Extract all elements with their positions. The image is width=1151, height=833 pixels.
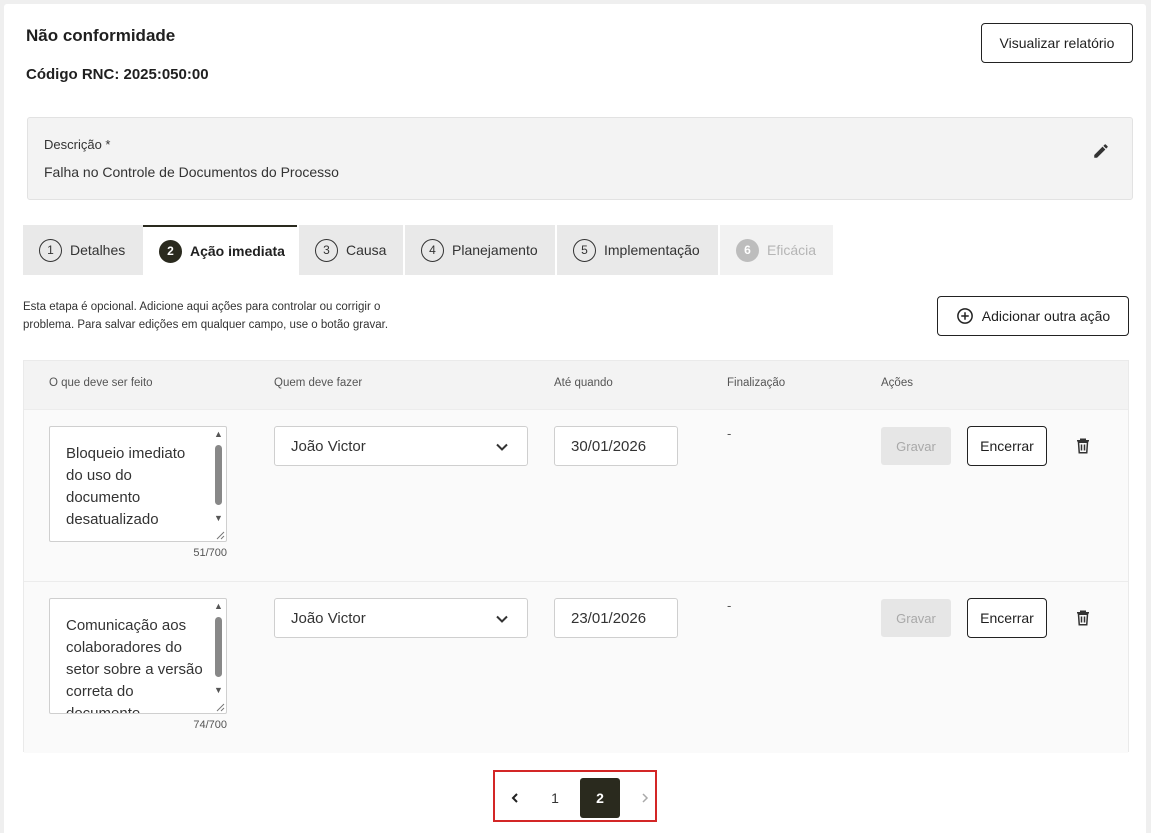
table-row: Bloqueio imediato do uso do documento de… <box>24 409 1128 581</box>
who-value: João Victor <box>291 437 366 455</box>
step-info-text: Esta etapa é opcional. Adicione aqui açõ… <box>23 301 389 331</box>
tab-implementacao[interactable]: 5 Implementação <box>557 225 718 275</box>
next-page-button[interactable] <box>625 778 665 818</box>
rnc-code: Código RNC: 2025:050:00 <box>26 66 209 83</box>
pagination: 1 2 <box>493 770 657 822</box>
due-date-input[interactable]: 23/01/2026 <box>554 598 678 638</box>
save-button[interactable]: Gravar <box>881 427 951 465</box>
view-report-button[interactable]: Visualizar relatório <box>981 23 1133 63</box>
add-action-button[interactable]: Adicionar outra ação <box>937 296 1129 336</box>
char-counter: 74/700 <box>193 719 227 731</box>
char-counter: 51/700 <box>193 547 227 559</box>
what-textarea[interactable]: Bloqueio imediato do uso do documento de… <box>49 426 227 542</box>
chevron-right-icon <box>642 793 649 803</box>
description-label: Descrição * <box>44 137 111 152</box>
what-text: Comunicação aos colaboradores do setor s… <box>66 617 203 714</box>
tab-label: Eficácia <box>767 242 817 258</box>
what-textarea[interactable]: Comunicação aos colaboradores do setor s… <box>49 598 227 714</box>
tab-label: Detalhes <box>70 242 126 258</box>
actions-table: O que deve ser feito Quem deve fazer Até… <box>23 360 1129 753</box>
textarea-scrollbar[interactable]: ▲ ▼ <box>212 429 224 525</box>
who-value: João Victor <box>291 609 366 627</box>
tab-eficacia: 6 Eficácia <box>720 225 833 275</box>
who-select[interactable]: João Victor <box>274 426 528 466</box>
scroll-down-icon[interactable]: ▼ <box>214 685 223 695</box>
close-action-button[interactable]: Encerrar <box>967 426 1047 466</box>
scroll-down-icon[interactable]: ▼ <box>214 513 223 523</box>
scroll-thumb[interactable] <box>215 617 222 677</box>
tab-detalhes[interactable]: 1 Detalhes <box>23 225 143 275</box>
tab-label: Planejamento <box>452 242 538 258</box>
tab-number: 1 <box>39 238 62 262</box>
description-value: Falha no Controle de Documentos do Proce… <box>44 164 339 180</box>
trash-icon[interactable] <box>1074 608 1092 628</box>
column-header: Finalização <box>727 377 786 389</box>
tab-number: 4 <box>421 238 444 262</box>
trash-icon[interactable] <box>1074 436 1092 456</box>
due-date-input[interactable]: 30/01/2026 <box>554 426 678 466</box>
page-button-2[interactable]: 2 <box>580 778 620 818</box>
tab-label: Causa <box>346 242 387 258</box>
page-card: Não conformidade Código RNC: 2025:050:00… <box>4 4 1146 833</box>
tab-number: 2 <box>159 239 182 263</box>
tab-causa[interactable]: 3 Causa <box>299 225 403 275</box>
finalization-value: - <box>727 426 732 441</box>
finalization-value: - <box>727 598 732 613</box>
scroll-thumb[interactable] <box>215 445 222 505</box>
chevron-down-icon <box>496 443 508 451</box>
plus-circle-icon <box>956 308 973 324</box>
page-title: Não conformidade <box>26 26 176 45</box>
prev-page-button[interactable] <box>495 778 535 818</box>
what-text: Bloqueio imediato do uso do documento de… <box>66 445 186 528</box>
pencil-icon[interactable] <box>1092 142 1110 160</box>
tab-number: 5 <box>573 238 596 262</box>
textarea-scrollbar[interactable]: ▲ ▼ <box>212 601 224 697</box>
page-button-1[interactable]: 1 <box>535 778 575 818</box>
scroll-up-icon[interactable]: ▲ <box>214 601 223 611</box>
resize-grip-icon[interactable] <box>213 528 225 540</box>
column-header: Quem deve fazer <box>274 377 363 389</box>
resize-grip-icon[interactable] <box>213 700 225 712</box>
tab-label: Ação imediata <box>190 243 285 259</box>
tab-label: Implementação <box>604 242 700 258</box>
tab-number: 6 <box>736 238 759 262</box>
save-button[interactable]: Gravar <box>881 599 951 637</box>
tab-planejamento[interactable]: 4 Planejamento <box>405 225 555 275</box>
scroll-up-icon[interactable]: ▲ <box>214 429 223 439</box>
column-header: Até quando <box>554 377 613 389</box>
close-action-button[interactable]: Encerrar <box>967 598 1047 638</box>
table-row: Comunicação aos colaboradores do setor s… <box>24 581 1128 753</box>
chevron-down-icon <box>496 615 508 623</box>
who-select[interactable]: João Victor <box>274 598 528 638</box>
chevron-left-icon <box>511 793 518 803</box>
column-header: Ações <box>881 377 913 389</box>
tab-number: 3 <box>315 238 338 262</box>
add-action-label: Adicionar outra ação <box>981 308 1111 324</box>
tab-acao-imediata[interactable]: 2 Ação imediata <box>143 225 297 275</box>
column-header: O que deve ser feito <box>49 377 153 389</box>
description-box: Descrição * Falha no Controle de Documen… <box>27 117 1133 200</box>
table-header: O que deve ser feito Quem deve fazer Até… <box>24 361 1128 409</box>
